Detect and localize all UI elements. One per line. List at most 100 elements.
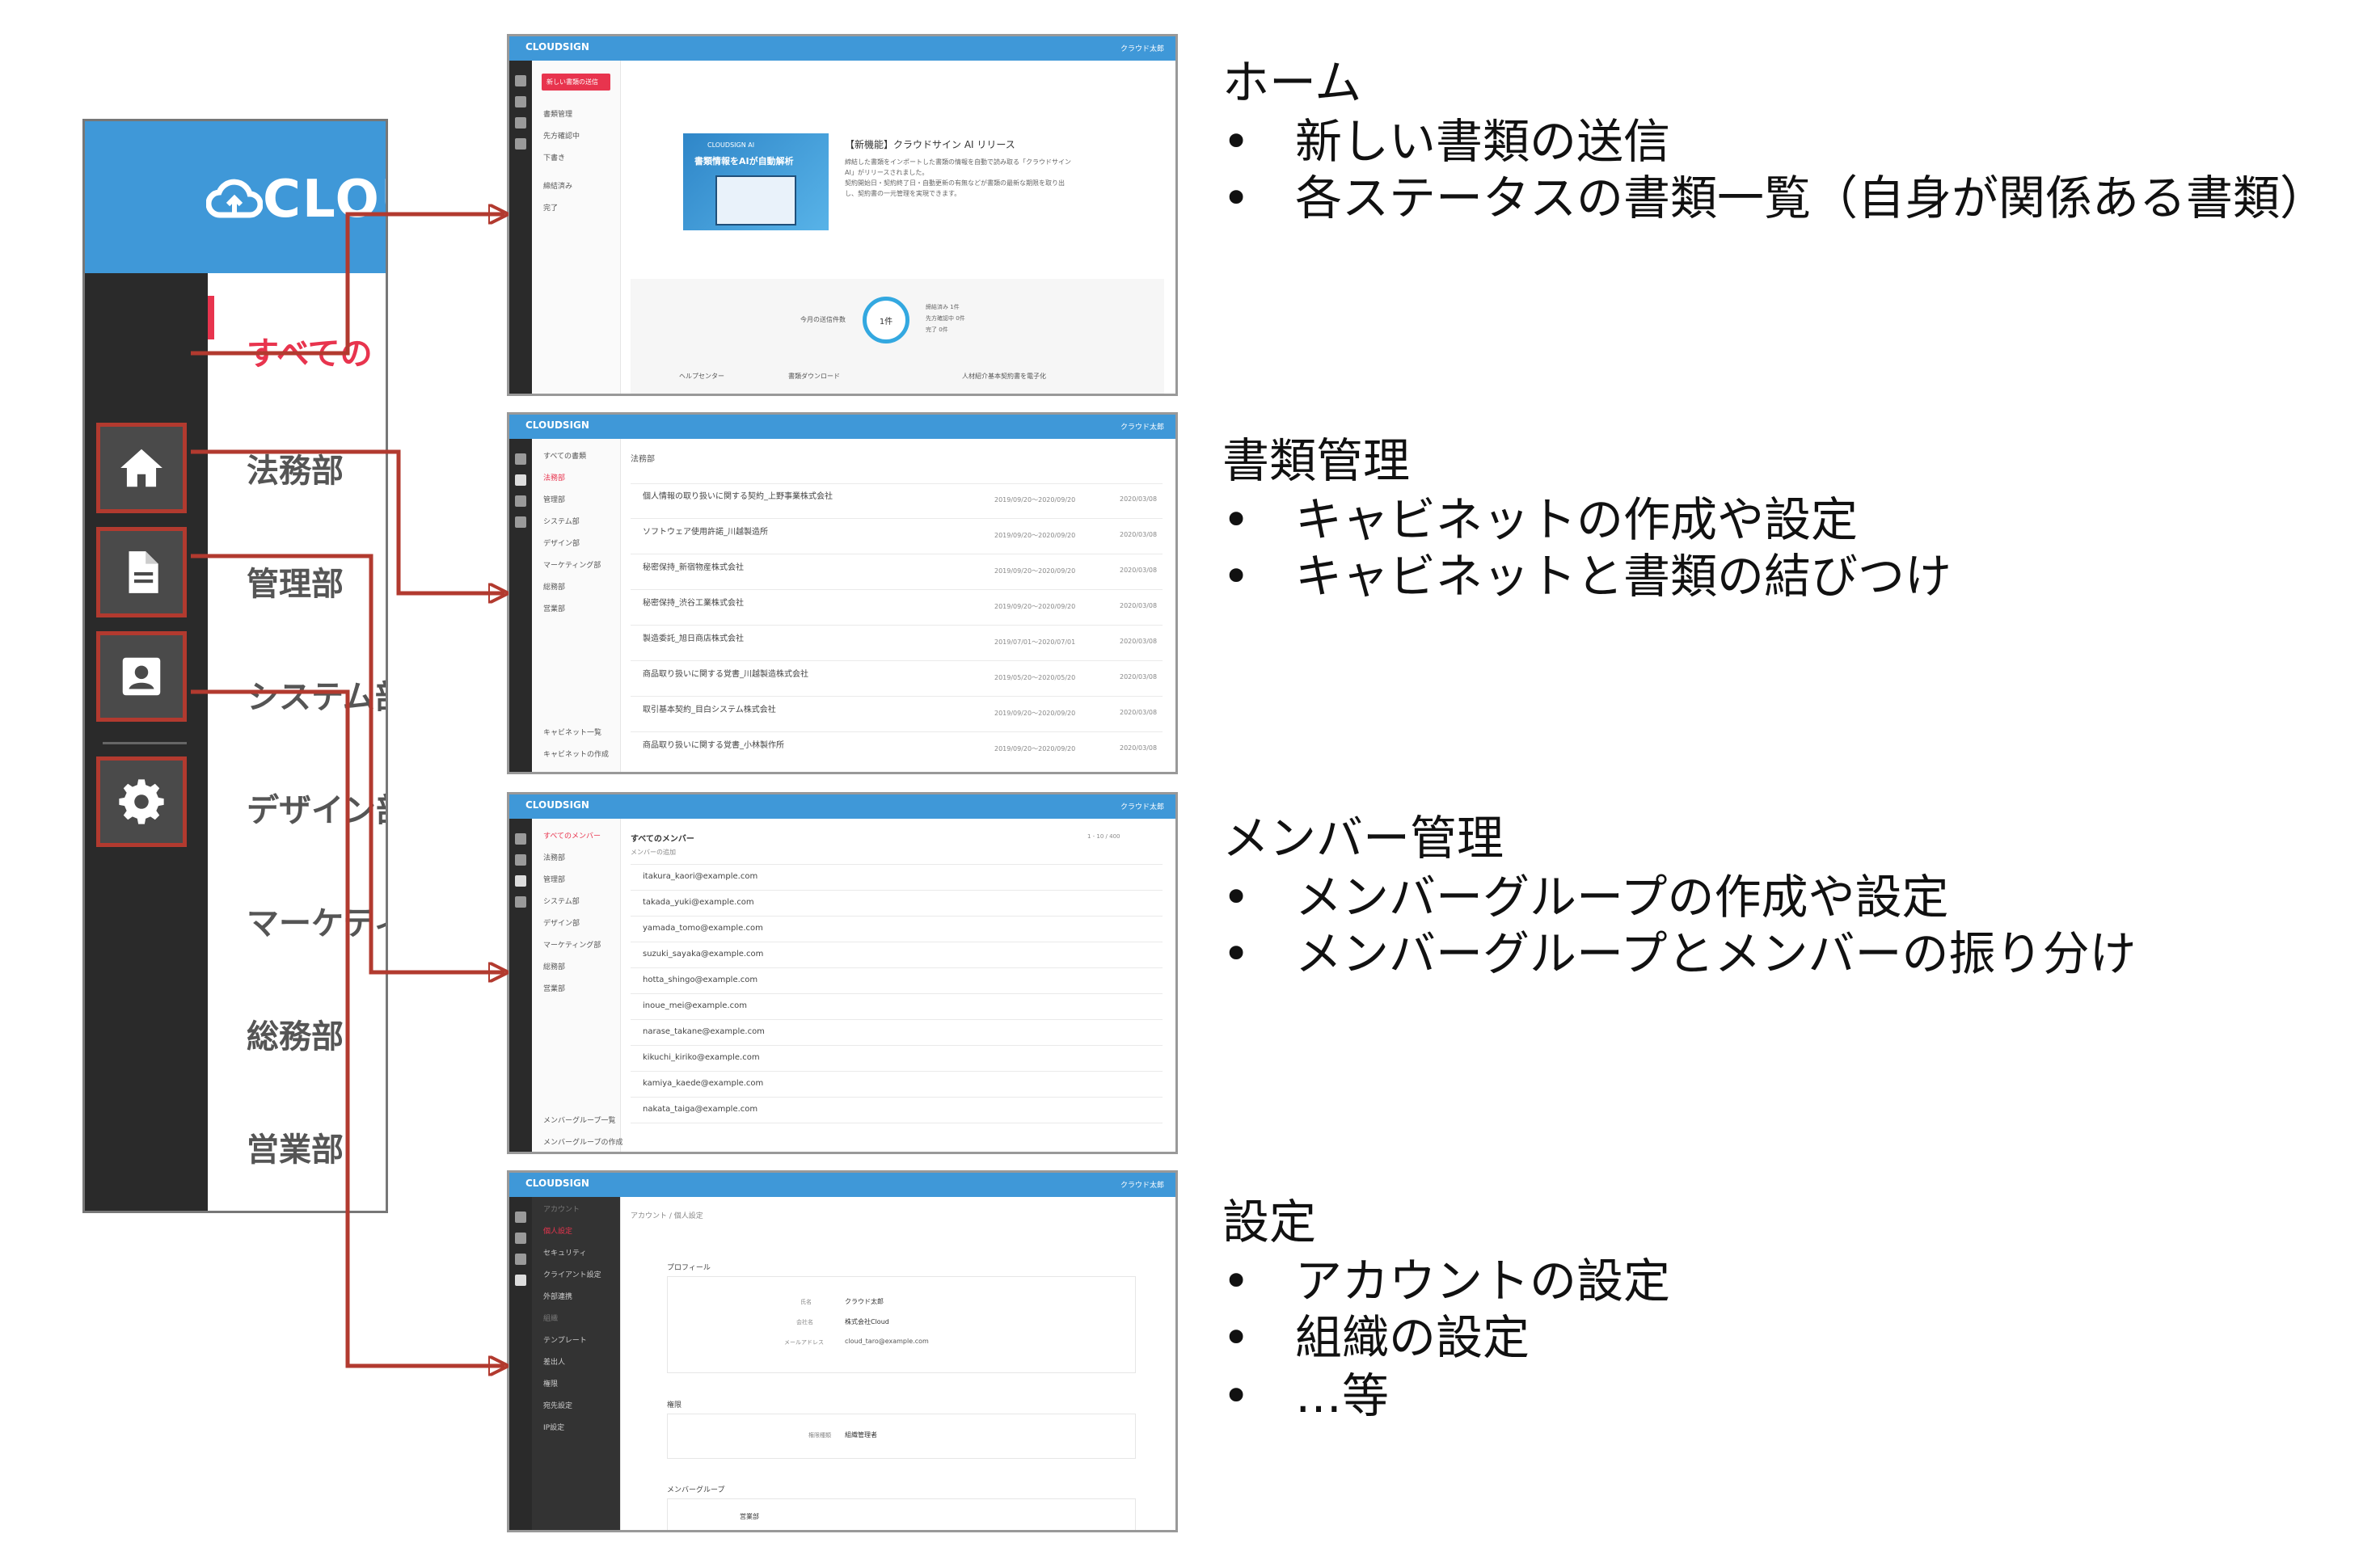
member-row[interactable]: yamada_tomo@example.com <box>643 924 763 933</box>
menu-item[interactable]: セキュリティ <box>543 1247 620 1258</box>
member-row[interactable]: kamiya_kaede@example.com <box>643 1079 763 1088</box>
active-indicator <box>208 296 214 339</box>
document-row[interactable]: 商品取り扱いに関する覚書_小林製作所 <box>643 738 784 750</box>
menu-item[interactable]: システム部 <box>543 516 620 526</box>
menu-item[interactable]: 完了 <box>543 202 620 213</box>
nav-item-1[interactable]: 管理部 <box>247 558 344 605</box>
footer-link[interactable]: 人材紹介基本契約書を電子化 <box>962 372 1046 381</box>
menu-item-active[interactable]: すべてのメンバー <box>543 830 620 841</box>
member-row[interactable]: narase_takane@example.com <box>643 1027 765 1036</box>
bullet-item: • メンバーグループとメンバーの振り分け <box>1222 916 2137 984</box>
menu-item[interactable]: 先方確認中 <box>543 130 620 141</box>
bullet-text: 組織の設定 <box>1295 1310 1530 1365</box>
member-row[interactable]: takada_yuki@example.com <box>643 898 754 907</box>
thumb-user: クラウド太郎 <box>1120 45 1164 53</box>
document-updated: 2020/03/08 <box>1120 567 1158 574</box>
document-period: 2019/07/01〜2020/07/01 <box>994 638 1076 646</box>
member-row[interactable]: kikuchi_kiriko@example.com <box>643 1053 760 1062</box>
nav-item-all[interactable]: すべての <box>247 327 373 374</box>
document-row[interactable]: 個人情報の取り扱いに関する契約_上野事業株式会社 <box>643 489 833 501</box>
menu-item[interactable]: 下書き <box>543 152 620 162</box>
menu-item[interactable]: マーケティング部 <box>543 559 620 570</box>
menu-item[interactable]: テンプレート <box>543 1334 620 1345</box>
menu-item[interactable]: キャビネット一覧 <box>543 727 620 737</box>
documents-button[interactable] <box>96 527 187 617</box>
menu-item[interactable]: すべての書類 <box>543 450 620 461</box>
app-header: CLOU <box>85 121 386 273</box>
field-label: 会社名 <box>796 1319 813 1325</box>
menu-item[interactable]: マーケティング部 <box>543 939 620 950</box>
footer-link[interactable]: ヘルプセンター <box>679 372 724 381</box>
nav-item-2[interactable]: システム部 <box>247 671 386 718</box>
news-title[interactable]: 【新機能】クラウドサイン AI リリース <box>845 137 1015 151</box>
document-row[interactable]: 商品取り扱いに関する覚書_川越製造株式会社 <box>643 667 808 679</box>
menu-item[interactable]: 営業部 <box>543 983 620 993</box>
member-icon <box>122 657 161 696</box>
menu-item[interactable]: クライアント設定 <box>543 1269 620 1279</box>
field-label: 氏名 <box>800 1299 812 1305</box>
document-updated: 2020/03/08 <box>1120 495 1158 503</box>
document-row[interactable]: 製造委託_旭日商店株式会社 <box>643 631 744 643</box>
home-screen-thumbnail: CLOUDSIGN クラウド太郎 新しい書類の送信 書類管理 先方確認中 下書き… <box>507 34 1178 396</box>
menu-item[interactable]: 差出人 <box>543 1356 620 1367</box>
new-document-button[interactable]: 新しい書類の送信 <box>542 74 610 91</box>
nav-item-3[interactable]: デザイン部 <box>247 784 386 831</box>
document-row[interactable]: 秘密保持_渋谷工業株式会社 <box>643 596 744 608</box>
menu-item[interactable]: 権限 <box>543 1378 620 1389</box>
bullet-dot: • <box>1222 926 1251 981</box>
role-value: 組織管理者 <box>845 1431 877 1439</box>
menu-item[interactable]: 管理部 <box>543 874 620 884</box>
section-title-home: ホーム <box>1222 55 1362 110</box>
bullet-dot: • <box>1222 171 1251 225</box>
menu-item[interactable]: 総務部 <box>543 581 620 592</box>
donut-chart: 1件 <box>863 297 909 343</box>
nav-item-5[interactable]: 総務部 <box>247 1010 344 1057</box>
member-row[interactable]: inoue_mei@example.com <box>643 1001 747 1010</box>
menu-item[interactable]: デザイン部 <box>543 917 620 928</box>
menu-item[interactable]: 外部連携 <box>543 1291 620 1301</box>
menu-item[interactable]: 法務部 <box>543 852 620 862</box>
footer-link[interactable]: 書類ダウンロード <box>788 372 840 381</box>
name-field[interactable]: クラウド太郎 <box>845 1297 884 1306</box>
menu-item[interactable]: システム部 <box>543 895 620 906</box>
company-field[interactable]: 株式会社Cloud <box>845 1317 889 1326</box>
add-member-link[interactable]: メンバーの追加 <box>631 848 676 857</box>
menu-item[interactable]: 宛先設定 <box>543 1400 620 1410</box>
document-row[interactable]: 取引基本契約_目白システム株式会社 <box>643 702 776 714</box>
member-row[interactable]: suzuki_sayaka@example.com <box>643 950 763 959</box>
section-label: メンバーグループ <box>667 1486 725 1494</box>
nav-item-4[interactable]: マーケティ <box>247 897 386 944</box>
member-row[interactable]: itakura_kaori@example.com <box>643 872 757 881</box>
member-row[interactable]: hotta_shingo@example.com <box>643 976 757 984</box>
home-button[interactable] <box>96 423 187 513</box>
nav-item-6[interactable]: 営業部 <box>247 1123 344 1170</box>
menu-item[interactable]: キャビネットの作成 <box>543 748 620 759</box>
home-icon <box>515 75 526 86</box>
menu-item[interactable]: 営業部 <box>543 603 620 613</box>
pager: 1 - 10 / 400 <box>1087 833 1120 840</box>
menu-item[interactable]: 総務部 <box>543 961 620 971</box>
menu-item[interactable]: 管理部 <box>543 494 620 504</box>
menu-item-active[interactable]: 法務部 <box>543 472 620 483</box>
thumb-menu: すべての書類 法務部 管理部 システム部 デザイン部 マーケティング部 総務部 … <box>532 439 621 772</box>
menu-item[interactable]: デザイン部 <box>543 537 620 548</box>
menu-item-active[interactable]: 個人設定 <box>543 1225 620 1236</box>
settings-button[interactable] <box>96 756 187 847</box>
nav-item-0[interactable]: 法務部 <box>247 445 344 491</box>
member-icon <box>515 495 526 507</box>
legend-item: 締結済み 1件 <box>926 304 960 310</box>
thumb-header: CLOUDSIGN クラウド太郎 <box>509 415 1175 439</box>
menu-item[interactable]: メンバーグループの作成 <box>543 1136 622 1147</box>
document-row[interactable]: 秘密保持_新宿物産株式会社 <box>643 560 744 572</box>
menu-item[interactable]: IP設定 <box>543 1422 620 1432</box>
cabinet-title[interactable]: 法務部 <box>631 452 655 464</box>
members-title[interactable]: すべてのメンバー <box>631 832 694 844</box>
menu-item[interactable]: 締結済み <box>543 180 620 191</box>
menu-item[interactable]: 書類管理 <box>543 108 620 119</box>
menu-item[interactable]: メンバーグループ一覧 <box>543 1115 620 1125</box>
document-row[interactable]: ソフトウェア使用許諾_川越製造所 <box>643 525 768 537</box>
app-logo: CLOU <box>205 170 386 230</box>
members-button[interactable] <box>96 631 187 722</box>
member-row[interactable]: nakata_taiga@example.com <box>643 1105 757 1114</box>
thumb-logo: CLOUDSIGN <box>525 419 589 431</box>
